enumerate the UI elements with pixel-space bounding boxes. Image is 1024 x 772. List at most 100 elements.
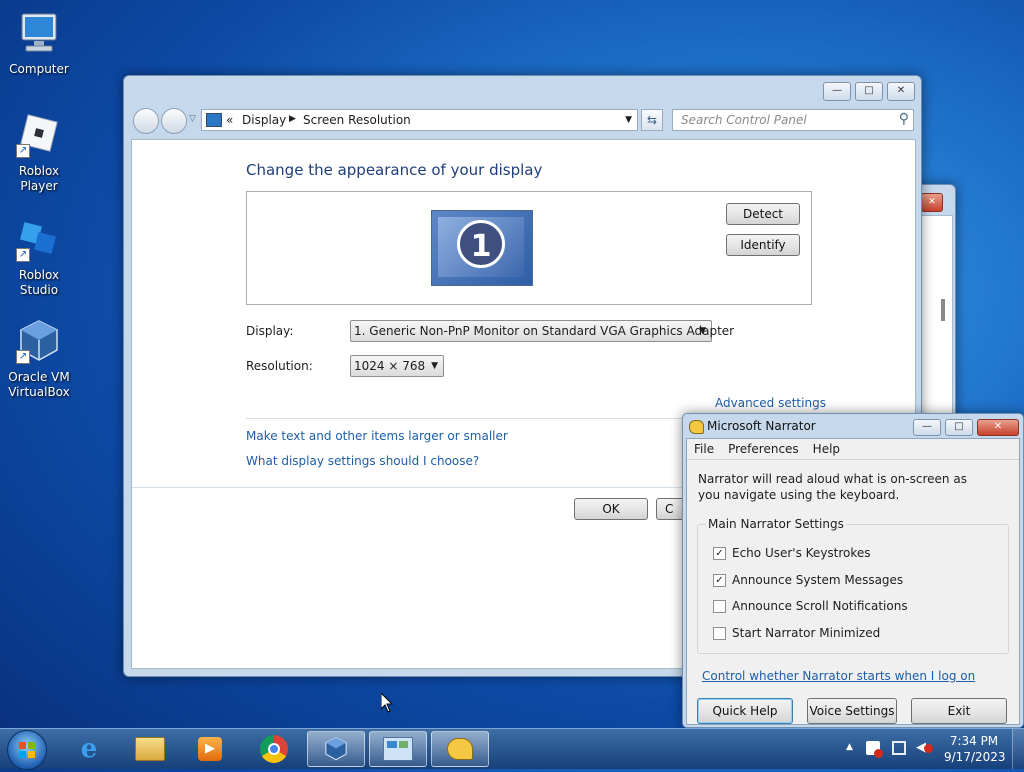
desktop-icon-roblox-studio[interactable]: ↗ Roblox Studio [1,216,77,298]
narrator-icon [447,738,473,760]
recent-pages-chevron-icon[interactable]: ▽ [189,114,196,124]
resolution-label: Resolution: [246,359,313,373]
taskbar: e ▶ ▲ ◀ 7:34 PM 9/17/2023 [0,728,1024,770]
checkbox-label: Start Narrator Minimized [732,626,881,640]
display-settings-help-link[interactable]: What display settings should I choose? [246,454,479,468]
narrator-close-button[interactable]: ✕ [977,419,1019,436]
search-input[interactable]: Search Control Panel [681,113,807,127]
start-button[interactable] [7,730,47,770]
checkbox-label: Echo User's Keystrokes [732,546,871,560]
taskbar-internet-explorer[interactable]: e [60,731,118,767]
background-window-close-button[interactable]: ✕ [921,193,943,212]
narrator-description: Narrator will read aloud what is on-scre… [698,472,967,502]
control-panel-icon [383,737,413,761]
identify-button[interactable]: Identify [726,234,800,256]
checkbox-box: ✓ [713,573,726,587]
monitor-number: 1 [457,220,505,268]
refresh-button[interactable]: ⇆ [641,109,663,131]
taskbar-chrome[interactable] [245,731,303,767]
breadcrumb-item-display[interactable]: Display [242,113,286,127]
desktop-icon-roblox-player[interactable]: ↗ Roblox Player [1,112,77,194]
mouse-cursor [380,691,394,716]
virtualbox-icon [325,737,347,761]
narrator-client: File Preferences Help Narrator will read… [686,438,1020,725]
folder-icon [135,737,165,761]
clock[interactable]: 7:34 PM 9/17/2023 [944,733,1006,765]
narrator-title: Microsoft Narrator [707,419,816,433]
main-settings-group: Main Narrator Settings ✓ Echo User's Key… [697,517,1009,654]
display-select-value: 1. Generic Non-PnP Monitor on Standard V… [354,324,735,338]
media-player-icon: ▶ [198,737,222,761]
breadcrumb-separator-icon: ▶ [289,114,296,124]
display-icon [206,113,222,127]
action-center-icon[interactable] [866,741,883,758]
search-icon[interactable]: ⚲ [899,111,909,127]
taskbar-control-panel[interactable] [369,731,427,767]
network-icon[interactable] [892,741,906,755]
roblox-studio-icon: ↗ [16,216,62,262]
resolution-select[interactable]: 1024 × 768 ▼ [350,355,444,377]
checkbox-box: ✓ [713,546,726,560]
menu-file[interactable]: File [694,439,714,459]
taskbar-media-player[interactable]: ▶ [181,731,239,767]
ok-button[interactable]: OK [574,498,648,520]
chevron-down-icon: ▼ [699,326,706,336]
narrator-icon [689,420,704,434]
announce-system-messages-checkbox[interactable]: ✓ Announce System Messages [713,573,903,587]
taskbar-narrator[interactable] [431,731,489,767]
roblox-player-icon: ↗ [16,112,62,158]
start-minimized-checkbox[interactable]: Start Narrator Minimized [713,626,880,640]
display-label: Display: [246,324,294,338]
chevron-down-icon: ▼ [431,361,438,371]
detect-button[interactable]: Detect [726,203,800,225]
monitor-1-icon[interactable]: 1 [431,210,533,286]
taskbar-file-explorer[interactable] [121,731,179,767]
narrator-menubar: File Preferences Help [687,439,1019,459]
footer-divider [132,487,684,488]
voice-settings-button[interactable]: Voice Settings [807,698,897,724]
volume-muted-icon[interactable]: ◀ [916,740,933,755]
close-button[interactable]: ✕ [887,82,915,101]
menu-help[interactable]: Help [813,439,840,459]
echo-keystrokes-checkbox[interactable]: ✓ Echo User's Keystrokes [713,546,871,560]
back-button[interactable] [133,108,159,134]
exit-button[interactable]: Exit [911,698,1007,724]
show-desktop-button[interactable] [1012,729,1024,769]
narrator-minimize-button[interactable]: — [913,419,941,436]
address-dropdown-icon[interactable]: ▼ [625,115,632,125]
breadcrumb-item-screen-resolution[interactable]: Screen Resolution [303,113,411,127]
shortcut-arrow-icon: ↗ [16,350,30,364]
narrator-window[interactable]: Microsoft Narrator — □ ✕ File Preference… [682,413,1024,728]
checkbox-label: Announce Scroll Notifications [732,599,908,613]
virtualbox-icon: ↗ [16,318,62,364]
announce-scroll-notifications-checkbox[interactable]: Announce Scroll Notifications [713,599,908,613]
maximize-button[interactable]: □ [855,82,883,101]
quick-help-button[interactable]: Quick Help [697,698,793,724]
checkbox-box [713,599,726,613]
computer-icon [16,10,62,56]
display-select[interactable]: 1. Generic Non-PnP Monitor on Standard V… [350,320,734,342]
shortcut-arrow-icon: ↗ [16,144,30,158]
clock-date: 9/17/2023 [944,750,1006,764]
desktop-icon-computer[interactable]: Computer [1,10,77,77]
narrator-maximize-button[interactable]: □ [945,419,973,436]
minimize-button[interactable]: — [823,82,851,101]
tray-overflow-icon[interactable]: ▲ [846,742,853,752]
menu-preferences[interactable]: Preferences [728,439,799,459]
taskbar-virtualbox[interactable] [307,731,365,767]
address-bar[interactable]: « Display ▶ Screen Resolution ▼ [201,109,638,131]
monitor-preview-panel: 1 Detect Identify [246,191,812,305]
windows-logo-icon [19,742,35,758]
forward-button[interactable] [161,108,187,134]
narrator-startup-link[interactable]: Control whether Narrator starts when I l… [702,669,975,683]
chrome-icon [260,735,288,763]
search-box[interactable]: Search Control Panel ⚲ [672,109,914,131]
desktop-icon-label: Computer [9,62,69,76]
text-size-link[interactable]: Make text and other items larger or smal… [246,429,508,443]
desktop-icon-virtualbox[interactable]: ↗ Oracle VM VirtualBox [1,318,77,400]
advanced-settings-link[interactable]: Advanced settings [715,396,826,410]
resolution-select-value: 1024 × 768 [354,359,426,373]
breadcrumb-prefix: « [226,113,234,127]
page-title: Change the appearance of your display [246,161,543,179]
background-window-scrollbar[interactable] [941,299,945,321]
